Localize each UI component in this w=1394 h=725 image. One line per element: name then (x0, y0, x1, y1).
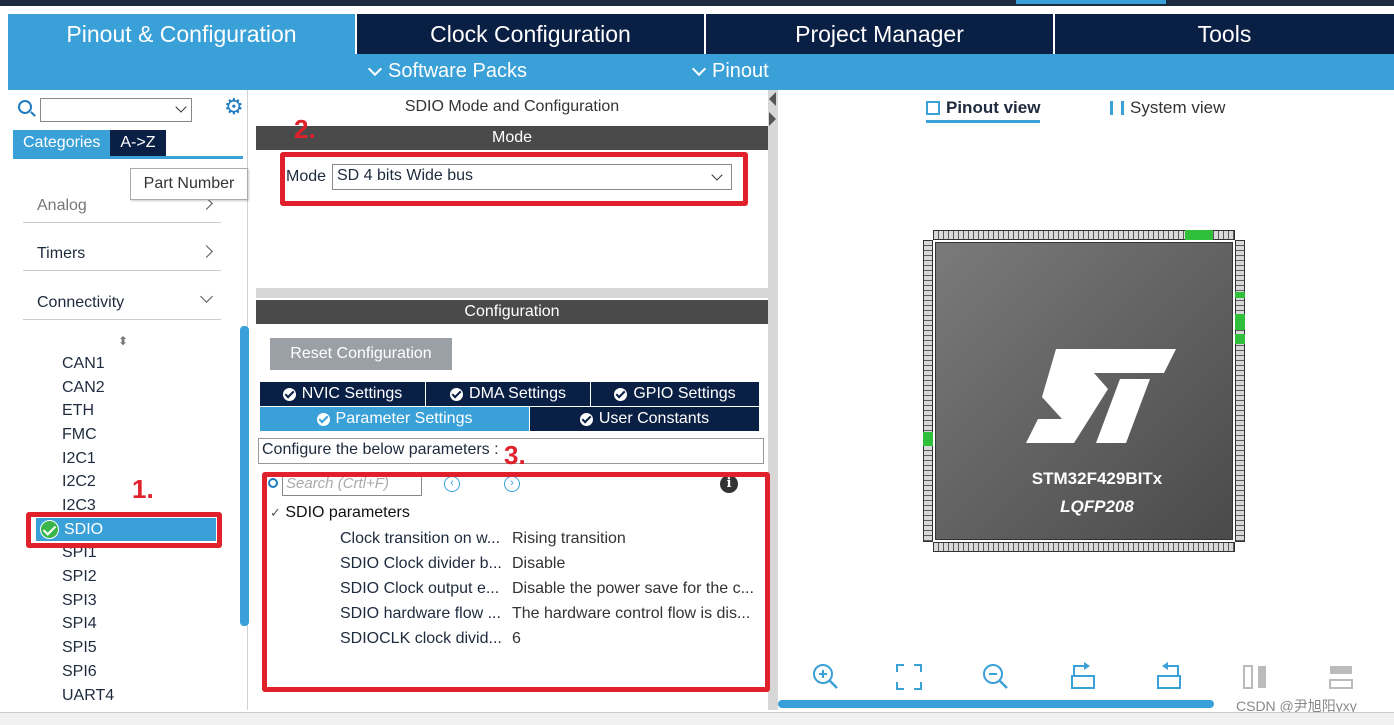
tab-tools[interactable]: Tools (1055, 14, 1394, 54)
tab-categories[interactable]: Categories (13, 130, 111, 156)
tab-a-z[interactable]: A->Z (110, 130, 166, 156)
annotation-label-2: 2. (294, 114, 316, 144)
rotate-right-icon[interactable] (1068, 662, 1098, 692)
mode-panel-title: SDIO Mode and Configuration (404, 98, 620, 115)
annotation-label-1: 1. (132, 474, 154, 504)
tab-project-manager[interactable]: Project Manager (706, 14, 1055, 54)
peripheral-fmc[interactable]: FMC (62, 423, 97, 446)
settings-tabs: NVIC Settings DMA Settings GPIO Settings… (260, 382, 760, 432)
pin-assigned (1235, 334, 1245, 344)
bottom-status-strip (0, 712, 1394, 725)
chevron-right-icon (200, 245, 213, 258)
search-input[interactable] (40, 98, 192, 122)
tab-clock-configuration[interactable]: Clock Configuration (357, 14, 706, 54)
pin-assigned (1235, 314, 1245, 330)
fit-screen-icon[interactable] (894, 662, 924, 692)
pin-assigned (923, 432, 933, 446)
peripheral-uart4[interactable]: UART4 (62, 684, 114, 707)
sub-menu-bar: Software Packs Pinout (8, 54, 1394, 90)
flip-horizontal-icon[interactable] (1326, 662, 1356, 692)
chip-package: LQFP208 (1060, 497, 1134, 516)
annotation-label-3: 3. (504, 440, 526, 470)
pins-left (923, 240, 933, 542)
check-circle-icon (614, 387, 628, 401)
configuration-header: Configuration (256, 300, 768, 324)
tab-pinout-view[interactable]: Pinout view (926, 98, 1041, 123)
search-icon (18, 100, 32, 114)
annotation-box-2 (280, 152, 748, 206)
mode-header: Mode (256, 126, 768, 150)
top-accent (1016, 0, 1166, 4)
tab-parameter-settings[interactable]: Parameter Settings (260, 407, 530, 431)
collapse-right-icon[interactable] (769, 112, 776, 126)
chevron-down-icon (691, 61, 707, 76)
annotation-box-1 (26, 512, 222, 548)
peripheral-spi2[interactable]: SPI2 (62, 565, 97, 588)
check-circle-icon (450, 387, 464, 401)
peripheral-spi6[interactable]: SPI6 (62, 660, 97, 683)
peripheral-i2c2[interactable]: I2C2 (62, 470, 96, 493)
peripheral-i2c1[interactable]: I2C1 (62, 447, 96, 470)
pin-assigned (1235, 292, 1245, 298)
left-scrollbar[interactable] (240, 326, 249, 626)
dropdown-arrow-icon[interactable] (175, 101, 187, 113)
check-circle-icon (579, 412, 593, 426)
pin-assigned (1185, 230, 1213, 240)
chevron-down-icon (367, 61, 383, 76)
gear-icon[interactable]: ⚙ (224, 96, 246, 118)
flip-vertical-icon[interactable] (1240, 662, 1270, 692)
rotate-left-icon[interactable] (1154, 662, 1184, 692)
check-circle-icon (316, 412, 330, 426)
pinout-panel: Pinout view System view STM32F429BITx LQ… (778, 90, 1394, 710)
pinout-label: Pinout (712, 60, 769, 82)
tab-gpio-settings[interactable]: GPIO Settings (591, 382, 760, 406)
tab-underline (13, 156, 243, 159)
software-packs-menu[interactable]: Software Packs (367, 60, 527, 83)
software-packs-label: Software Packs (388, 60, 527, 82)
reset-configuration-button[interactable]: Reset Configuration (270, 338, 452, 370)
peripheral-spi3[interactable]: SPI3 (62, 589, 97, 612)
tab-pinout-configuration[interactable]: Pinout & Configuration (8, 14, 357, 54)
chip-icon (926, 101, 940, 115)
chip-body: STM32F429BITx LQFP208 (935, 242, 1233, 540)
mcu-chip[interactable]: STM32F429BITx LQFP208 (923, 230, 1245, 552)
peripheral-spi5[interactable]: SPI5 (62, 636, 97, 659)
sort-icon[interactable]: ⬍ (118, 334, 128, 348)
category-connectivity[interactable]: Connectivity (23, 286, 221, 320)
panel-splitter[interactable] (256, 288, 768, 298)
category-timers[interactable]: Timers (23, 237, 221, 271)
tab-nvic-settings[interactable]: NVIC Settings (260, 382, 426, 406)
list-icon (1110, 101, 1124, 115)
horizontal-scrollbar[interactable] (778, 700, 1214, 708)
part-number-tooltip: Part Number (130, 168, 248, 200)
tab-user-constants[interactable]: User Constants (530, 407, 760, 431)
peripheral-eth[interactable]: ETH (62, 399, 94, 422)
peripheral-spi4[interactable]: SPI4 (62, 612, 97, 635)
tab-dma-settings[interactable]: DMA Settings (426, 382, 591, 406)
annotation-box-3 (262, 472, 770, 692)
collapse-left-icon[interactable] (769, 92, 776, 106)
main-tab-bar: Pinout & Configuration Clock Configurati… (8, 14, 1394, 54)
st-logo-icon (1026, 349, 1176, 443)
chevron-down-icon (200, 290, 213, 303)
pinout-menu[interactable]: Pinout (691, 60, 769, 83)
search-row: ⚙ (16, 96, 248, 122)
zoom-in-icon[interactable] (810, 662, 840, 692)
pins-bottom (933, 542, 1235, 552)
chip-part-name: STM32F429BITx (1031, 469, 1163, 488)
zoom-out-icon[interactable] (980, 662, 1010, 692)
peripheral-can2[interactable]: CAN2 (62, 376, 105, 399)
check-circle-icon (282, 387, 296, 401)
window-top-strip (0, 0, 1394, 6)
tab-system-view[interactable]: System view (1110, 98, 1225, 118)
peripheral-can1[interactable]: CAN1 (62, 352, 105, 375)
category-tabs: Categories A->Z (13, 130, 166, 156)
